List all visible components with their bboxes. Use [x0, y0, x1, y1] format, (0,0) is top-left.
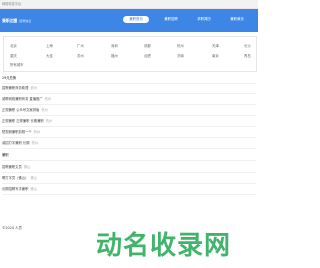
city-link[interactable]: 合肥 [144, 53, 151, 58]
city-link[interactable]: 苏州 [77, 53, 84, 58]
city-link[interactable]: 重庆 [10, 53, 17, 58]
city-link[interactable]: 广州 [77, 43, 84, 48]
list-item[interactable]: 兼职 [2, 151, 256, 161]
city-link[interactable]: 上海 [46, 43, 53, 48]
list-item[interactable]: 29元兑换 [2, 74, 256, 84]
city-link[interactable]: 天津 [212, 43, 219, 48]
city-link[interactable]: 南京 [212, 53, 219, 58]
list-item[interactable]: 短视频兼职剪辑一个 杭州 [2, 128, 256, 138]
watermark-text: 动名收录网 [96, 230, 231, 259]
list-item[interactable]: 长期招聘写手兼职 佛山 [2, 185, 256, 195]
list-item[interactable]: 招聘兼职商务助理 杭州 [2, 84, 256, 94]
all-cities-link[interactable]: 所有城市 [10, 62, 24, 67]
nav-item-directory[interactable]: 兼职黄页 [224, 16, 250, 23]
city-link[interactable]: 成都 [144, 43, 151, 48]
list-item[interactable]: 聘打字员（佛山） 佛山 [2, 174, 256, 184]
city-link[interactable]: 杭州 [177, 43, 184, 48]
footer-text: ©2024 人员 [2, 226, 22, 230]
nav-item-home[interactable]: 兼职首页 [123, 16, 149, 23]
city-link[interactable]: 青岛 [244, 53, 251, 58]
city-selector: 北京 上海 广州 深圳 成都 杭州 天津 长沙 重庆 大连 苏州 福州 合肥 济… [3, 36, 257, 72]
site-subtitle: 招聘信息 [19, 19, 32, 23]
list-item[interactable]: 诚招打字兼职 长期 杭州 [2, 139, 256, 149]
nav-item-resumes[interactable]: 求职简历 [191, 16, 217, 23]
watermark-logo: 动名收录网 [96, 230, 231, 259]
list-item[interactable]: 招聘兼职文员 佛山 [2, 163, 256, 173]
header: 兼职达圈 招聘信息 兼职首页 兼职招聘 求职简历 兼职黄页 [0, 9, 258, 32]
nav-item-jobs[interactable]: 兼职招聘 [158, 16, 184, 23]
list-item[interactable]: 正规兼职 公众号文案排版 杭州 [2, 106, 256, 116]
site-title: 兼职达圈 [2, 18, 18, 23]
site-logo[interactable]: 兼职达圈 招聘信息 [2, 18, 31, 24]
list-item[interactable]: 正规兼职 正规兼职 长期兼职 杭州 [2, 117, 256, 127]
city-link[interactable]: 济南 [177, 53, 184, 58]
city-link[interactable]: 北京 [10, 43, 17, 48]
city-link[interactable]: 长沙 [244, 43, 251, 48]
top-bar: 网络科技平台 [0, 0, 258, 9]
list-item[interactable]: 诚聘网络兼职商务 直播推广 杭州 [2, 95, 256, 105]
city-link[interactable]: 深圳 [111, 43, 118, 48]
top-bar-text: 网络科技平台 [2, 2, 22, 6]
city-link[interactable]: 大连 [46, 53, 53, 58]
city-link[interactable]: 福州 [111, 53, 118, 58]
